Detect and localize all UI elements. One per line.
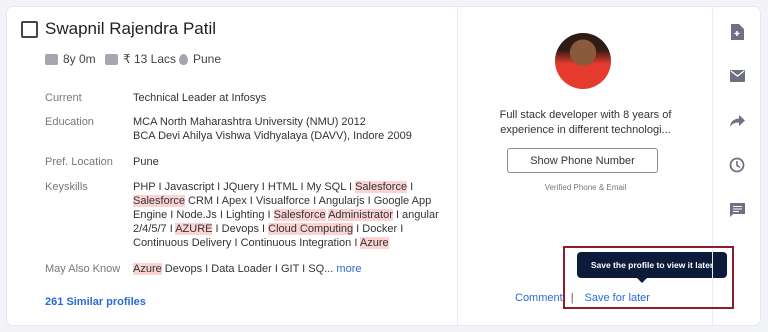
candidate-details: Swapnil Rajendra Patil 8y 0m ₹ 13 Lacs P… <box>7 7 457 325</box>
skill-text: I <box>407 181 414 193</box>
keyskills-label: Keyskills <box>45 181 88 193</box>
skill-highlight: Administrator <box>328 209 393 221</box>
download-cv-icon[interactable] <box>729 24 745 40</box>
verified-label: Verified Phone & Email <box>544 183 627 192</box>
avatar <box>555 33 611 89</box>
location: Pune <box>179 52 221 66</box>
show-phone-button[interactable]: Show Phone Number <box>507 148 658 173</box>
education-value: MCA North Maharashtra University (NMU) 2… <box>133 115 455 143</box>
skill-text: PHP I Javascript I JQuery I HTML I My SQ… <box>133 181 356 193</box>
profile-about: Full stack developer with 8 years of exp… <box>499 109 672 136</box>
salary-value: ₹ 13 Lacs <box>123 52 176 66</box>
skill-highlight: Salesforce <box>133 195 185 207</box>
skill-text: Devops I Data Loader I GIT I SQ... <box>161 263 334 275</box>
experience-value: 8y 0m <box>63 52 96 66</box>
salary: ₹ 13 Lacs <box>105 52 176 66</box>
select-checkbox[interactable] <box>21 21 38 38</box>
keyskills-value: PHP I Javascript I JQuery I HTML I My SQ… <box>133 180 455 250</box>
education-label: Education <box>45 116 94 128</box>
clock-icon[interactable] <box>729 157 745 173</box>
skill-highlight: AZURE <box>175 223 213 235</box>
more-link[interactable]: more <box>336 263 361 275</box>
skill-highlight: Azure <box>133 263 162 275</box>
share-icon[interactable] <box>729 113 745 129</box>
skill-text: I Devops I <box>212 223 269 235</box>
mail-icon[interactable] <box>729 68 745 84</box>
current-value: Technical Leader at Infosys <box>133 92 267 104</box>
wallet-icon <box>105 53 118 65</box>
current-label: Current <box>45 92 82 104</box>
skill-highlight: Azure <box>359 237 389 249</box>
similar-profiles-link[interactable]: 261 Similar profiles <box>45 296 146 308</box>
briefcase-icon <box>45 53 58 65</box>
comment-link[interactable]: Comment <box>515 292 563 304</box>
pref-location-value: Pune <box>133 156 159 168</box>
skill-highlight: Salesforce <box>273 209 326 221</box>
may-also-know-label: May Also Know <box>45 263 121 275</box>
comment-icon[interactable] <box>729 202 745 218</box>
education-line: MCA North Maharashtra University (NMU) 2… <box>133 116 366 128</box>
skill-highlight: Cloud Computing <box>268 223 354 235</box>
education-line: BCA Devi Ahilya Vishwa Vidhyalaya (DAVV)… <box>133 130 412 142</box>
pref-location-label: Pref. Location <box>45 156 113 168</box>
location-pin-icon <box>179 53 188 65</box>
skill-highlight: Salesforce <box>355 181 408 193</box>
location-value: Pune <box>193 52 222 66</box>
highlight-frame <box>563 246 734 309</box>
experience: 8y 0m <box>45 52 96 66</box>
may-also-know-value: Azure Devops I Data Loader I GIT I SQ...… <box>133 262 455 276</box>
candidate-name[interactable]: Swapnil Rajendra Patil <box>45 19 216 39</box>
